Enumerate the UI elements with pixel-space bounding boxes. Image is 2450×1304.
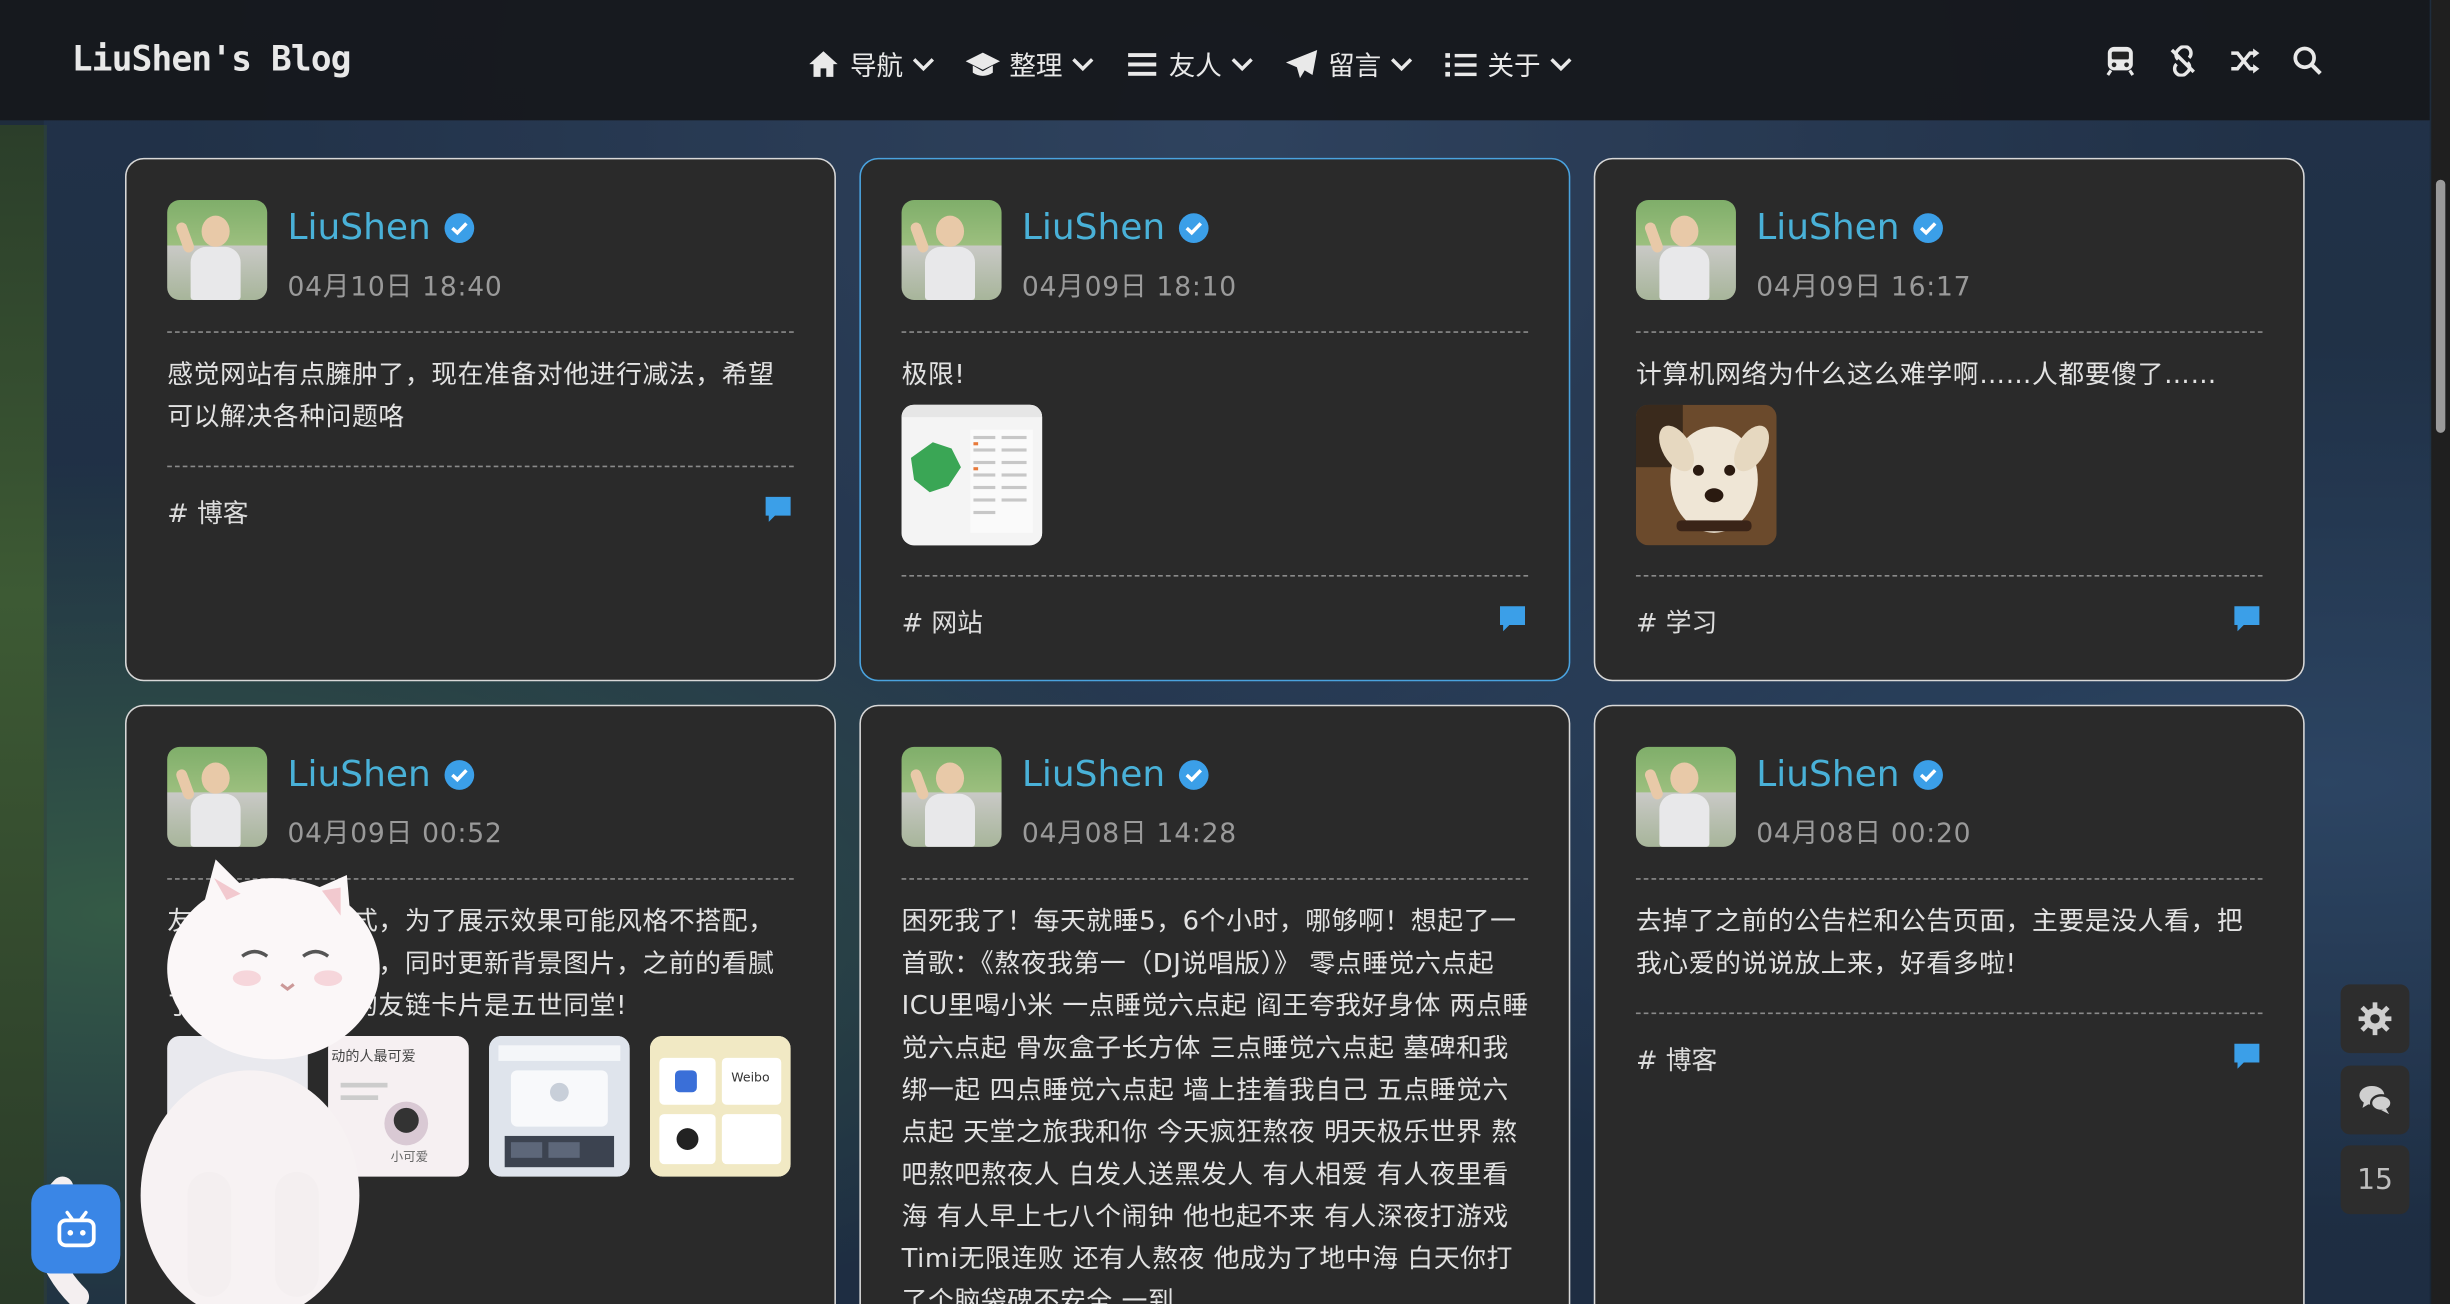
post-card[interactable]: LiuShen 04月09日 18:10 极限! # 网站 — [859, 157, 1571, 682]
author-name-text: LiuShen — [1021, 207, 1166, 249]
post-date: 04月08日 00:20 — [1756, 818, 1972, 850]
post-card[interactable]: LiuShen 04月08日 14:28 困死我了！每天就睡5，6个小时，哪够啊… — [859, 704, 1571, 1304]
unlink-icon[interactable] — [2167, 44, 2198, 78]
gear-icon — [2358, 1002, 2392, 1036]
shuffle-icon[interactable] — [2230, 45, 2261, 76]
post-card[interactable]: LiuShen 04月08日 00:20 去掉了之前的公告栏和公告页面，主要是没… — [1593, 704, 2305, 1304]
divider — [1635, 331, 2263, 333]
chevron-down-icon — [1550, 57, 1572, 71]
post-tag[interactable]: # 学习 — [1636, 602, 1717, 640]
chevron-down-icon — [912, 57, 935, 71]
author-name[interactable]: LiuShen — [287, 207, 475, 249]
bot-assistant-button[interactable] — [31, 1184, 121, 1274]
author-name-text: LiuShen — [287, 754, 431, 796]
post-tag[interactable]: # 网站 — [902, 602, 983, 640]
nav-tools — [2105, 44, 2324, 78]
divider — [1635, 575, 2263, 577]
chevron-down-icon — [1072, 57, 1094, 71]
home-icon — [809, 50, 838, 77]
divider — [167, 331, 794, 333]
comment-count-badge[interactable]: 15 — [2340, 1145, 2410, 1215]
avatar[interactable] — [167, 200, 268, 300]
post-text: 极限! — [901, 359, 966, 390]
settings-button[interactable] — [2340, 984, 2410, 1054]
author-name-text: LiuShen — [1756, 207, 1900, 249]
post-date: 04月08日 14:28 — [1021, 818, 1237, 850]
verified-badge-icon — [1912, 213, 1943, 243]
avatar[interactable] — [901, 200, 1002, 300]
comment-icon[interactable] — [1497, 603, 1528, 634]
verified-badge-icon — [444, 213, 474, 243]
author-name[interactable]: LiuShen — [1756, 207, 1943, 249]
menu-item-about[interactable]: 关于 — [1444, 44, 1572, 83]
search-icon[interactable] — [2292, 45, 2323, 76]
verified-badge-icon — [1912, 760, 1943, 790]
post-image[interactable] — [901, 404, 1043, 546]
divider — [1635, 1012, 2263, 1015]
menu-item-label: 关于 — [1487, 51, 1541, 83]
graduation-cap-icon — [965, 51, 1000, 76]
menu-item-label: 留言 — [1328, 51, 1382, 83]
verified-badge-icon — [1178, 213, 1209, 243]
verified-badge-icon — [1178, 760, 1209, 790]
post-text: 困死我了！每天就睡5，6个小时，哪够啊！想起了一首歌：《熬夜我第一（DJ说唱版）… — [901, 906, 1529, 1304]
author-name-text: LiuShen — [1756, 754, 1900, 796]
menu-item-friends[interactable]: 友人 — [1125, 44, 1253, 83]
post-date: 04月09日 18:10 — [1021, 271, 1237, 304]
main-menu: 导航 整理 友人 留言 关于 — [806, 44, 1572, 83]
paper-plane-icon — [1285, 49, 1318, 78]
site-brand[interactable]: LiuShen's Blog — [72, 41, 352, 80]
thumb-caption: 小可爱 — [390, 1150, 429, 1165]
chevron-down-icon — [1390, 57, 1413, 71]
post-text: 计算机网络为什么这么难学啊……人都要傻了…… — [1635, 359, 2217, 390]
author-name[interactable]: LiuShen — [1756, 754, 1943, 796]
scrollbar-thumb[interactable] — [2435, 179, 2446, 433]
verified-badge-icon — [444, 760, 474, 790]
bot-icon — [56, 1210, 95, 1247]
post-tag[interactable]: # 博客 — [1636, 1039, 1717, 1077]
post-image[interactable] — [1635, 404, 1777, 546]
chevron-down-icon — [1231, 57, 1253, 71]
comment-icon[interactable] — [2231, 603, 2262, 634]
menu-item-label: 整理 — [1009, 51, 1063, 83]
top-navbar: LiuShen's Blog 导航 整理 友人 留言 关于 — [0, 0, 2430, 121]
post-date: 04月09日 16:17 — [1756, 271, 1972, 304]
author-name[interactable]: LiuShen — [1021, 754, 1209, 796]
list-icon — [1445, 52, 1477, 76]
subway-icon[interactable] — [2105, 45, 2136, 76]
post-image[interactable]: Weibo — [650, 1035, 791, 1177]
author-name[interactable]: LiuShen — [287, 754, 475, 796]
avatar[interactable] — [1635, 200, 1736, 300]
post-text: 感觉网站有点臃肿了，现在准备对他进行减法，希望可以解决各种问题咯 — [167, 359, 775, 432]
divider — [167, 465, 794, 468]
post-card[interactable]: LiuShen 04月09日 16:17 计算机网络为什么这么难学啊……人都要傻… — [1593, 157, 2305, 682]
post-date: 04月09日 00:52 — [287, 818, 503, 850]
divider — [1635, 878, 2263, 880]
avatar[interactable] — [1635, 746, 1736, 847]
author-name-text: LiuShen — [1021, 754, 1166, 796]
post-text: 去掉了之前的公告栏和公告页面，主要是没人看，把我心爱的说说放上来，好看多啦! — [1635, 906, 2244, 979]
menu-item-messages[interactable]: 留言 — [1284, 44, 1413, 83]
comments-button[interactable] — [2340, 1065, 2410, 1135]
thumb-caption: Weibo — [731, 1070, 770, 1085]
avatar[interactable] — [167, 746, 268, 847]
chat-bubbles-icon — [2359, 1085, 2393, 1115]
post-image[interactable] — [489, 1035, 630, 1177]
author-name-text: LiuShen — [287, 207, 431, 249]
divider — [901, 878, 1529, 880]
comment-icon[interactable] — [763, 494, 794, 525]
menu-item-label: 导航 — [850, 51, 904, 83]
post-card[interactable]: LiuShen 04月10日 18:40 感觉网站有点臃肿了，现在准备对他进行减… — [125, 157, 836, 682]
divider — [901, 331, 1529, 333]
bars-icon — [1128, 52, 1157, 75]
menu-item-nav[interactable]: 导航 — [806, 44, 935, 83]
menu-item-organize[interactable]: 整理 — [965, 44, 1094, 83]
author-name[interactable]: LiuShen — [1021, 207, 1209, 249]
avatar[interactable] — [901, 746, 1002, 847]
menu-item-label: 友人 — [1168, 51, 1222, 83]
divider — [901, 575, 1529, 577]
post-date: 04月10日 18:40 — [287, 271, 503, 304]
comment-icon[interactable] — [2231, 1041, 2262, 1072]
post-tag[interactable]: # 博客 — [167, 492, 248, 530]
